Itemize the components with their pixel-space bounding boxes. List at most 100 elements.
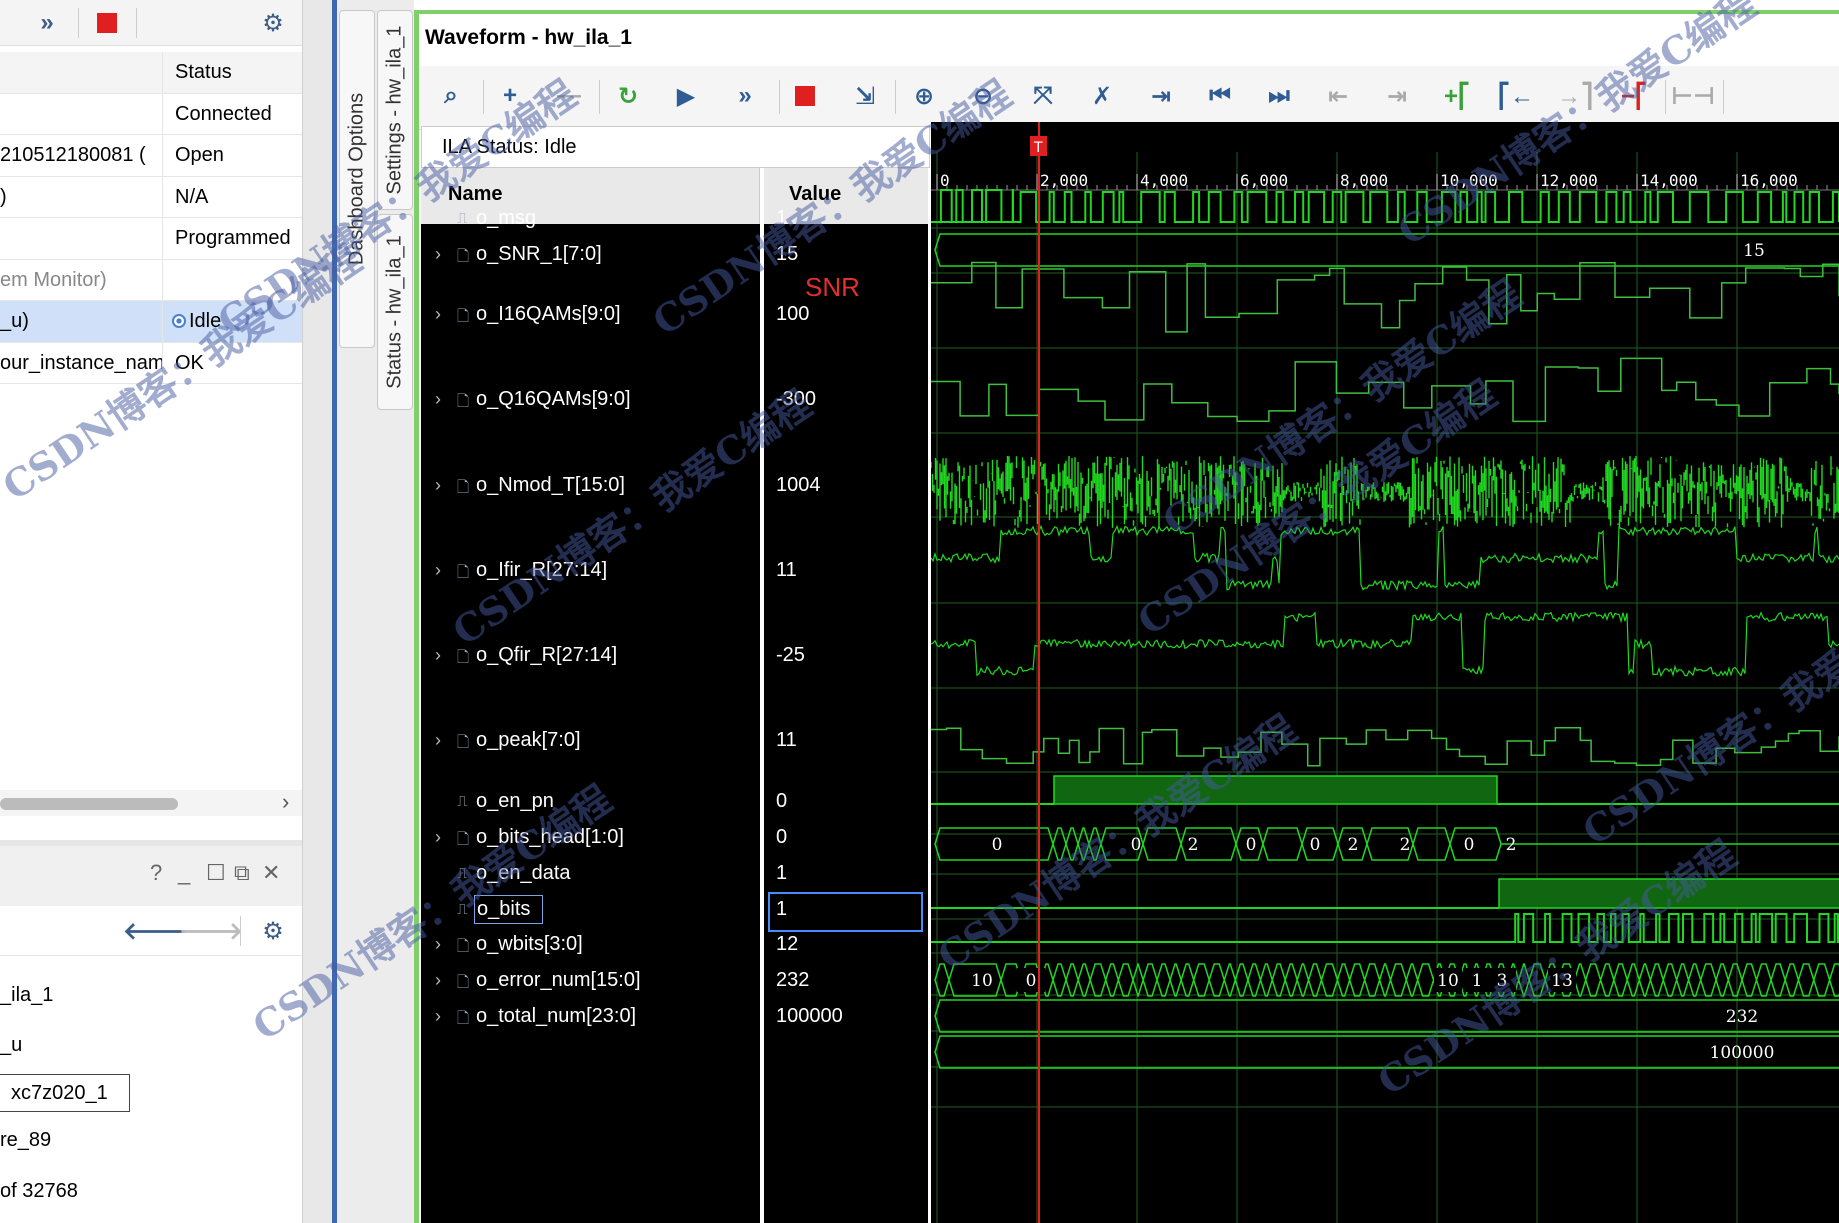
export-icon[interactable]: ⇲ (845, 76, 885, 116)
signal-row[interactable]: › 🗋 o_wbits[3:0] (421, 933, 760, 963)
float-icon[interactable]: ⧉ (234, 860, 250, 886)
table-row[interactable]: ) N/A (0, 176, 302, 218)
expand-chevron-icon[interactable]: › (435, 1006, 441, 1027)
expand-chevron-icon[interactable]: › (435, 475, 441, 496)
o-total-num-value: 100000 (1710, 1043, 1775, 1063)
zoom-fit-icon[interactable]: ⤧ (1023, 76, 1063, 116)
signal-row[interactable]: › 🗋 o_total_num[23:0] (421, 1005, 760, 1035)
signal-row[interactable]: › 🗋 o_bits_head[1:0] (421, 826, 760, 856)
signal-name: o_Qfir_R[27:14] (476, 644, 618, 666)
stop-button[interactable] (92, 8, 122, 38)
expand-chevron-icon[interactable]: › (435, 389, 441, 410)
expand-chevron-icon[interactable]: › (435, 244, 441, 265)
search-icon[interactable]: ⌕ (431, 76, 471, 116)
waveform-canvas[interactable]: 0 2,000 4,000 6,000 8,000 10,000 12,000 14,000 1… (931, 122, 1839, 1223)
signal-row[interactable]: › 🗋 o_error_num[15:0] (421, 969, 760, 999)
waveform-svg[interactable]: 0 2,000 4,000 6,000 8,000 10,000 12,000 14,000 1… (931, 122, 1839, 1223)
o-wbits-value: 0 (1026, 971, 1037, 991)
tab-settings[interactable]: Settings - hw_ila_1 (377, 10, 413, 210)
fast-forward-icon[interactable]: » (32, 8, 62, 38)
table-row[interactable]: Programmed (0, 218, 302, 260)
goto-start-icon[interactable]: ⏮ (1200, 76, 1240, 116)
prev-transition-icon[interactable]: ⇤ (1318, 76, 1358, 116)
scroll-right-icon[interactable]: › (282, 789, 289, 815)
signal-value: 100 (776, 303, 810, 325)
signal-row[interactable]: ⎍ o_bits (421, 895, 760, 928)
signal-value: 15 (776, 243, 799, 265)
signal-value: -300 (776, 388, 817, 410)
zoom-in-icon[interactable]: ⊕ (904, 76, 944, 116)
row-name (0, 218, 163, 259)
tab-dashboard-options[interactable]: Dashboard Options (339, 10, 375, 348)
signal-row[interactable]: › 🗋 o_Ifir_R[27:14] (421, 559, 760, 589)
tab-status[interactable]: Status - hw_ila_1 (377, 214, 413, 410)
signal-name: o_msg (476, 207, 537, 229)
prev-marker-icon[interactable]: ⎡← (1496, 76, 1536, 116)
add-icon[interactable]: + (490, 76, 530, 116)
signal-row[interactable]: › 🗋 o_I16QAMs[9:0] (421, 303, 760, 333)
bus-signal-icon: 🗋 (457, 248, 470, 265)
tab-label: Status - hw_ila_1 (383, 235, 406, 389)
signal-row[interactable]: › 🗋 o_Nmod_T[15:0] (421, 474, 760, 504)
swap-markers-icon[interactable]: ⊢⊣ (1671, 76, 1715, 116)
next-marker-icon[interactable]: →⎤ (1555, 76, 1595, 116)
table-row-selected[interactable]: _u) Idle (0, 301, 302, 343)
table-row[interactable]: 210512180081 ( Open (0, 135, 302, 177)
toolbar-separator (779, 80, 780, 114)
expand-chevron-icon[interactable]: › (435, 304, 441, 325)
stop-trigger-button[interactable] (785, 76, 825, 116)
signal-row[interactable]: › 🗋 o_Q16QAMs[9:0] (421, 388, 760, 418)
device-field[interactable]: xc7z020_1 (0, 1074, 130, 1112)
signal-row[interactable]: ⎍ o_msg (421, 207, 760, 237)
signal-row[interactable]: › 🗋 o_Qfir_R[27:14] (421, 644, 760, 674)
expand-chevron-icon[interactable]: › (435, 560, 441, 581)
signal-row[interactable]: › 🗋 o_peak[7:0] (421, 729, 760, 759)
expand-chevron-icon[interactable]: › (435, 970, 441, 991)
panel-splitter[interactable] (302, 0, 332, 1223)
goto-end-icon[interactable]: ⏭ (1259, 76, 1299, 116)
signal-row[interactable]: › 🗋 o_SNR_1[7:0] (421, 243, 760, 273)
row-name: _u) (0, 301, 163, 342)
next-transition-icon[interactable]: ⇥ (1377, 76, 1417, 116)
signal-row[interactable]: ⎍ o_en_pn (421, 790, 760, 820)
o-wbits-bus (934, 963, 1839, 997)
expand-chevron-icon[interactable]: › (435, 645, 441, 666)
zoom-out-icon[interactable]: ⊖ (963, 76, 1003, 116)
refresh-icon[interactable]: ↻ (608, 76, 648, 116)
tab-label: Settings - hw_ila_1 (383, 25, 406, 195)
marker-icon[interactable]: ✗ (1082, 76, 1122, 116)
row-status: Idle (172, 301, 221, 342)
expand-chevron-icon[interactable]: › (435, 934, 441, 955)
table-row[interactable]: our_instance_nam OK (0, 342, 302, 384)
maximize-icon[interactable]: ☐ (206, 860, 226, 886)
scrollbar-thumb[interactable] (0, 798, 178, 810)
gear-icon[interactable]: ⚙ (258, 8, 288, 38)
goto-cursor-icon[interactable]: ⇥ (1141, 76, 1181, 116)
row-name: em Monitor) (0, 259, 163, 300)
horizontal-scrollbar[interactable]: › (0, 789, 302, 816)
delete-marker-icon[interactable]: −⎡ (1614, 76, 1654, 116)
table-row[interactable]: em Monitor) (0, 259, 302, 301)
forward-arrow-icon[interactable]: 🡒 (179, 916, 243, 946)
selected-value-box[interactable] (768, 892, 923, 932)
signal-value-column: Value 1 15 100 -300 1004 11 -25 11 0 0 1 1 12 232 1000… (764, 168, 928, 1223)
signal-value: 11 (776, 729, 797, 751)
status-column-header: Status (175, 61, 232, 83)
gear-icon[interactable]: ⚙ (258, 916, 288, 946)
expand-chevron-icon[interactable]: › (435, 827, 441, 848)
run-trigger-icon[interactable]: ▶ (666, 76, 706, 116)
add-marker-icon[interactable]: +⎡ (1437, 76, 1477, 116)
close-icon[interactable]: ✕ (262, 860, 280, 886)
signal-value: 11 (776, 559, 797, 581)
table-row[interactable]: Connected (0, 93, 302, 135)
back-arrow-icon[interactable]: 🡐 (123, 916, 187, 946)
time-tick-label: 0 (940, 171, 950, 190)
run-immediate-icon[interactable]: » (725, 76, 765, 116)
minimize-icon[interactable]: _ (178, 860, 190, 886)
o-total-num-bus (934, 1035, 1839, 1069)
remove-icon[interactable]: — (549, 76, 589, 116)
expand-chevron-icon[interactable]: › (435, 730, 441, 751)
help-icon[interactable]: ? (150, 860, 162, 886)
stop-icon (97, 13, 117, 33)
signal-row[interactable]: ⎍ o_en_data (421, 862, 760, 892)
